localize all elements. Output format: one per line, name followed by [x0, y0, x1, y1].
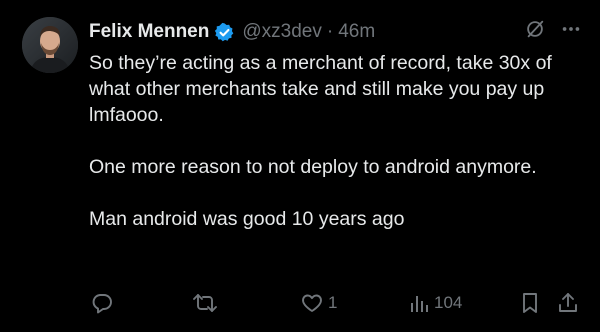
verified-badge-icon: [214, 22, 235, 43]
tweet-text: So they’re acting as a merchant of recor…: [89, 50, 584, 258]
tweet[interactable]: Felix Mennen @xz3dev · 46m So they’re ac…: [0, 0, 600, 332]
tweet-top-actions: [524, 18, 582, 40]
views-icon: [408, 292, 430, 314]
like-button[interactable]: 1: [300, 288, 337, 318]
retweet-button[interactable]: [192, 288, 222, 318]
share-button[interactable]: [556, 288, 580, 318]
author-name[interactable]: Felix Mennen: [89, 21, 209, 43]
tweet-paragraph: So they’re acting as a merchant of recor…: [89, 52, 552, 126]
retweet-icon: [192, 291, 218, 315]
views-count: 104: [434, 293, 463, 312]
like-count: 1: [328, 293, 338, 312]
tweet-paragraph: One more reason to not deploy to android…: [89, 156, 537, 178]
bookmark-button[interactable]: [519, 288, 541, 318]
tweet-action-bar: 1 104: [0, 288, 600, 318]
separator-dot: ·: [326, 21, 334, 42]
reply-icon: [90, 291, 114, 315]
share-icon: [556, 291, 580, 315]
bookmark-icon: [519, 291, 541, 315]
more-icon[interactable]: [560, 18, 582, 40]
reply-button[interactable]: [90, 288, 118, 318]
heart-icon: [300, 291, 324, 315]
tweet-header: Felix Mennen @xz3dev · 46m: [89, 18, 375, 46]
views-button[interactable]: 104: [408, 288, 462, 318]
author-handle[interactable]: @xz3dev: [242, 21, 322, 43]
avatar[interactable]: [22, 17, 78, 73]
timestamp[interactable]: 46m: [338, 21, 375, 43]
tweet-paragraph: Man android was good 10 years ago: [89, 208, 405, 230]
slash-circle-icon[interactable]: [524, 18, 546, 40]
